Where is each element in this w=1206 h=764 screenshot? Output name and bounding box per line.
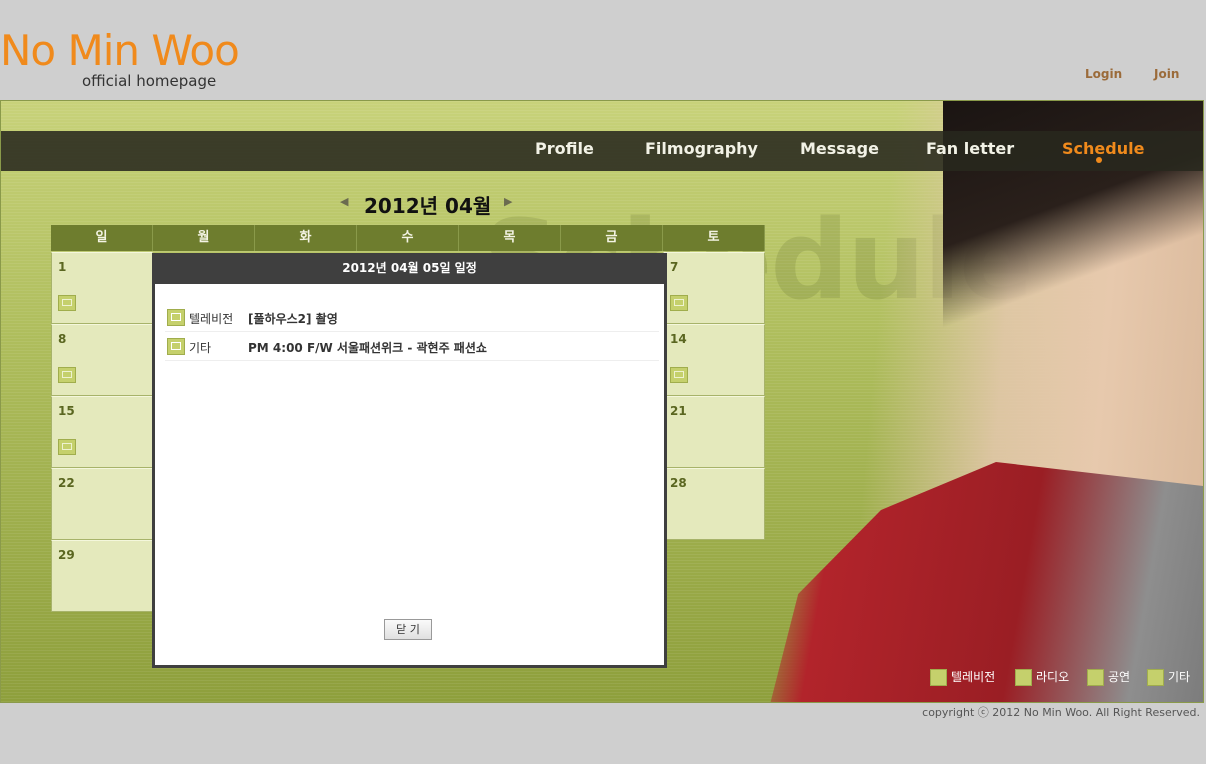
legend-radio: 라디오 <box>1015 668 1069 688</box>
main-nav: Profile Filmography Message Fan letter S… <box>1 131 1203 171</box>
calendar-day[interactable]: 14 <box>663 324 765 396</box>
next-month-icon[interactable]: ▶ <box>504 195 512 208</box>
weekday-wed: 수 <box>357 225 459 251</box>
legend-label: 텔레비전 <box>951 670 996 684</box>
logo-subtitle: official homepage <box>82 72 217 90</box>
legend-label: 기타 <box>1168 670 1191 684</box>
day-number: 29 <box>58 548 75 562</box>
event-text: [풀하우스2] 촬영 <box>248 312 338 326</box>
nav-filmography[interactable]: Filmography <box>645 139 758 158</box>
active-nav-indicator <box>1096 157 1102 163</box>
calendar-day[interactable]: 15 <box>51 396 153 468</box>
event-row[interactable]: 텔레비전 [풀하우스2] 촬영 <box>165 303 659 332</box>
legend-label: 라디오 <box>1036 670 1070 684</box>
tv-icon <box>930 669 947 686</box>
day-number: 22 <box>58 476 75 490</box>
tv-icon[interactable] <box>58 439 76 455</box>
tv-icon[interactable] <box>670 367 688 383</box>
day-number: 8 <box>58 332 67 346</box>
day-number: 14 <box>670 332 687 346</box>
nav-schedule[interactable]: Schedule <box>1062 139 1144 158</box>
day-number: 1 <box>58 260 67 274</box>
weekday-sat: 토 <box>663 225 765 251</box>
event-category: 텔레비전 <box>189 312 234 326</box>
prev-month-icon[interactable]: ◀ <box>340 195 348 208</box>
calendar-day[interactable]: 21 <box>663 396 765 468</box>
legend-other: 기타 <box>1147 668 1190 688</box>
logo-title: No Min Woo <box>0 26 240 75</box>
day-number: 7 <box>670 260 679 274</box>
weekday-mon: 월 <box>153 225 255 251</box>
weekday-tue: 화 <box>255 225 357 251</box>
calendar-day[interactable]: 28 <box>663 468 765 540</box>
event-category: 기타 <box>189 341 212 355</box>
popup-title: 2012년 04월 05일 일정 <box>155 253 664 284</box>
weekday-fri: 금 <box>561 225 663 251</box>
calendar-day[interactable]: 7 <box>663 252 765 324</box>
nav-message[interactable]: Message <box>800 139 879 158</box>
tv-icon <box>167 309 185 326</box>
day-number: 21 <box>670 404 687 418</box>
legend-label: 공연 <box>1108 670 1131 684</box>
month-label: 2012년 04월 <box>364 194 492 218</box>
day-number: 28 <box>670 476 687 490</box>
event-row[interactable]: 기타 PM 4:00 F/W 서울패션위크 - 곽현주 패션쇼 <box>165 332 659 361</box>
calendar-day[interactable]: 1 <box>51 252 153 324</box>
tv-icon[interactable] <box>58 295 76 311</box>
site-logo[interactable]: No Min Woo official homepage <box>0 26 240 91</box>
schedule-popup: 2012년 04월 05일 일정 텔레비전 [풀하우스2] 촬영 기타 PM 4… <box>152 253 667 668</box>
day-number: 15 <box>58 404 75 418</box>
calendar-day[interactable]: 8 <box>51 324 153 396</box>
legend-tv: 텔레비전 <box>930 668 995 688</box>
nav-profile[interactable]: Profile <box>535 139 594 158</box>
month-selector: ◀ 2012년 04월 ▶ <box>340 190 530 218</box>
calendar-day[interactable]: 29 <box>51 540 153 612</box>
event-text: PM 4:00 F/W 서울패션위크 - 곽현주 패션쇼 <box>248 341 487 355</box>
music-note-icon <box>1087 669 1104 686</box>
login-link[interactable]: Login <box>1085 67 1122 81</box>
person-icon <box>167 338 185 355</box>
close-button[interactable]: 닫 기 <box>384 619 432 640</box>
person-icon <box>1147 669 1164 686</box>
copyright-text: copyright ⓒ 2012 No Min Woo. All Right R… <box>922 706 1200 719</box>
nav-fan-letter[interactable]: Fan letter <box>926 139 1014 158</box>
join-link[interactable]: Join <box>1154 67 1179 81</box>
tv-icon[interactable] <box>670 295 688 311</box>
weekday-thu: 목 <box>459 225 561 251</box>
weekday-sun: 일 <box>51 225 153 251</box>
radio-icon <box>1015 669 1032 686</box>
tv-icon[interactable] <box>58 367 76 383</box>
legend-performance: 공연 <box>1087 668 1130 688</box>
calendar-day[interactable]: 22 <box>51 468 153 540</box>
